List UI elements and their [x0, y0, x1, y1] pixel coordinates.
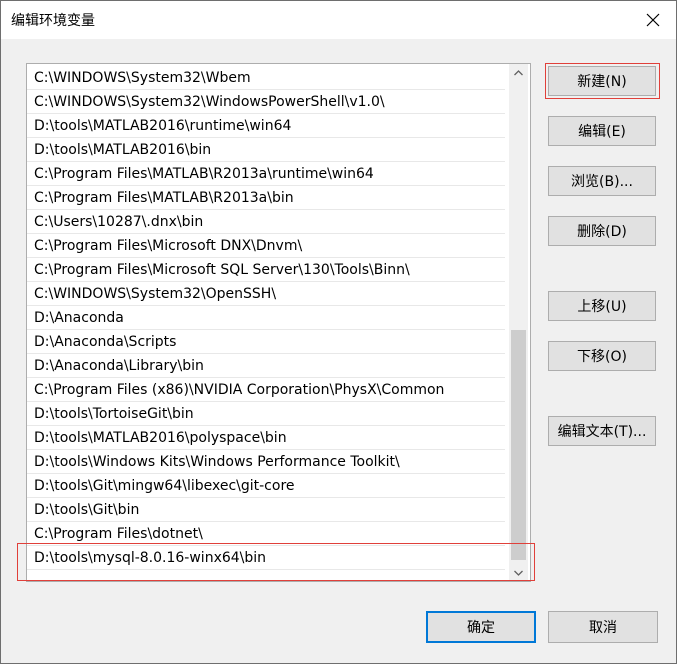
- move-down-button[interactable]: 下移(O): [548, 341, 656, 371]
- path-list-item[interactable]: D:\tools\Git\bin: [27, 498, 505, 522]
- path-list-item[interactable]: C:\WINDOWS\System32\WindowsPowerShell\v1…: [27, 90, 505, 114]
- cancel-button[interactable]: 取消: [548, 611, 658, 643]
- move-up-button[interactable]: 上移(U): [548, 291, 656, 321]
- path-list-item[interactable]: C:\Program Files\MATLAB\R2013a\runtime\w…: [27, 162, 505, 186]
- dialog-title: 编辑环境变量: [11, 13, 95, 29]
- scroll-down-button[interactable]: [509, 564, 528, 581]
- path-list-item[interactable]: C:\Program Files\Microsoft SQL Server\13…: [27, 258, 505, 282]
- close-button[interactable]: [630, 1, 676, 39]
- path-list-item[interactable]: C:\Program Files\dotnet\: [27, 522, 505, 546]
- new-button[interactable]: 新建(N): [548, 66, 656, 96]
- path-list-item[interactable]: D:\Anaconda: [27, 306, 505, 330]
- scroll-up-button[interactable]: [509, 64, 528, 81]
- path-list-item[interactable]: C:\Program Files\Microsoft DNX\Dnvm\: [27, 234, 505, 258]
- close-icon: [646, 13, 660, 27]
- path-listbox[interactable]: C:\WINDOWS\System32\Wbem C:\WINDOWS\Syste…: [26, 63, 531, 582]
- path-list-item[interactable]: D:\tools\Windows Kits\Windows Performanc…: [27, 450, 505, 474]
- path-list-item[interactable]: D:\tools\MATLAB2016\runtime\win64: [27, 114, 505, 138]
- path-list-item[interactable]: C:\Users\10287\.dnx\bin: [27, 210, 505, 234]
- edit-env-var-dialog: 编辑环境变量 C:\WINDOWS\System32\Wbem C:\WINDOW…: [0, 0, 677, 664]
- delete-button[interactable]: 删除(D): [548, 216, 656, 246]
- path-list-item[interactable]: D:\tools\Git\mingw64\libexec\git-core: [27, 474, 505, 498]
- vertical-scrollbar[interactable]: [509, 64, 528, 581]
- title-bar: 编辑环境变量: [1, 1, 676, 39]
- path-list-item[interactable]: D:\Anaconda\Library\bin: [27, 354, 505, 378]
- path-list-item[interactable]: C:\Program Files\MATLAB\R2013a\bin: [27, 186, 505, 210]
- edit-text-button[interactable]: 编辑文本(T)...: [548, 416, 656, 446]
- browse-button[interactable]: 浏览(B)...: [548, 166, 656, 196]
- chevron-down-icon: [514, 570, 523, 576]
- path-list-item[interactable]: D:\tools\MATLAB2016\polyspace\bin: [27, 426, 505, 450]
- path-list-item[interactable]: C:\WINDOWS\System32\Wbem: [27, 66, 505, 90]
- chevron-up-icon: [514, 69, 523, 75]
- path-list-item[interactable]: D:\tools\MATLAB2016\bin: [27, 138, 505, 162]
- scroll-thumb[interactable]: [511, 330, 526, 560]
- path-list-item[interactable]: D:\tools\mysql-8.0.16-winx64\bin: [27, 546, 505, 570]
- path-list-item[interactable]: C:\Program Files (x86)\NVIDIA Corporatio…: [27, 378, 505, 402]
- ok-button[interactable]: 确定: [426, 611, 536, 643]
- edit-button[interactable]: 编辑(E): [548, 116, 656, 146]
- path-list-item[interactable]: D:\tools\TortoiseGit\bin: [27, 402, 505, 426]
- path-list-item[interactable]: D:\Anaconda\Scripts: [27, 330, 505, 354]
- path-list-item[interactable]: C:\WINDOWS\System32\OpenSSH\: [27, 282, 505, 306]
